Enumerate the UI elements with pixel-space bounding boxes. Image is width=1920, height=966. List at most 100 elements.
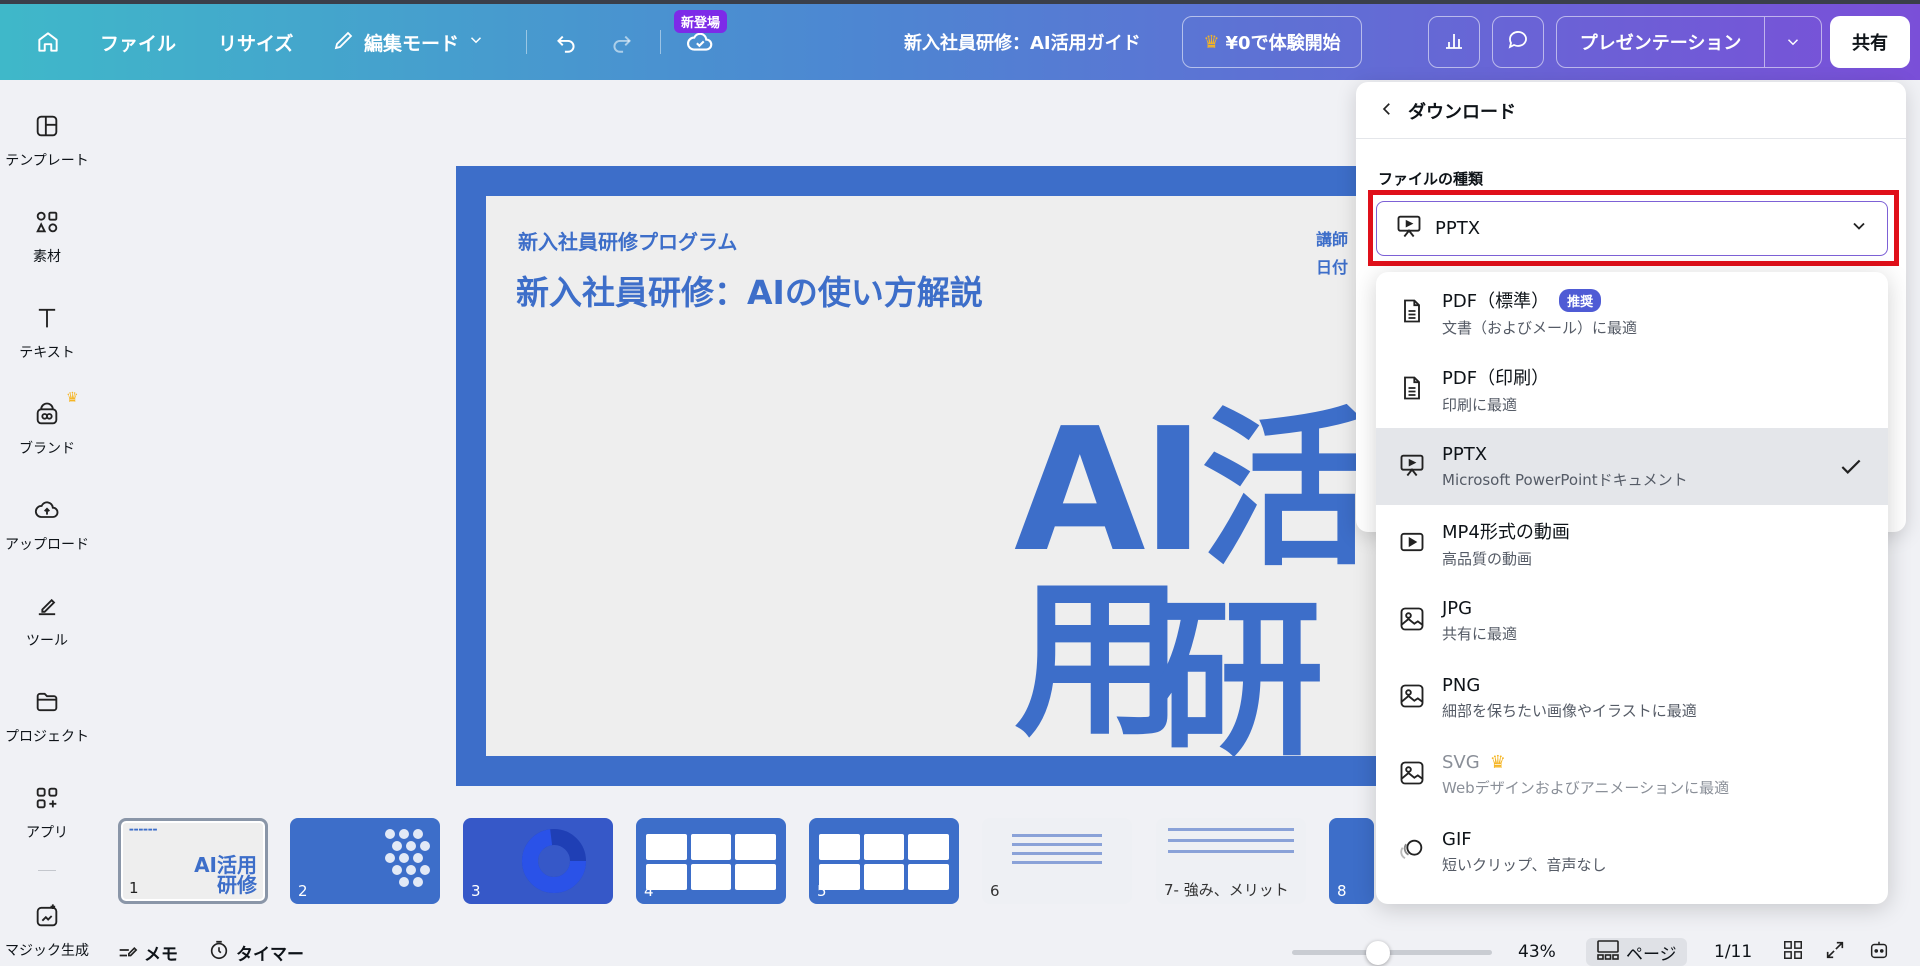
sidebar-item-label: テンプレート bbox=[5, 153, 89, 169]
option-description: 細部を保ちたい画像やイラストに最適 bbox=[1442, 701, 1697, 720]
upload-icon bbox=[31, 494, 63, 526]
home-button[interactable] bbox=[28, 22, 68, 62]
page-number: 2 bbox=[298, 882, 308, 900]
present-button-group: プレゼンテーション bbox=[1556, 16, 1822, 68]
insights-button[interactable] bbox=[1428, 16, 1480, 68]
option-description: Microsoft PowerPointドキュメント bbox=[1442, 470, 1688, 489]
file-type-option-jpg[interactable]: JPG 共有に最適 bbox=[1376, 582, 1888, 659]
page-thumbnail[interactable]: 7- 強み、メリット bbox=[1156, 818, 1306, 904]
page-thumbnail[interactable]: 8 bbox=[1329, 818, 1374, 904]
slide-heading-line-2[interactable]: 研修 bbox=[1154, 596, 1386, 756]
notes-icon bbox=[116, 939, 138, 966]
checkmark-icon bbox=[1838, 454, 1864, 484]
free-trial-label: ¥0で体験開始 bbox=[1225, 33, 1341, 54]
pages-icon bbox=[1596, 939, 1620, 966]
resize-menu[interactable]: リサイズ bbox=[218, 22, 293, 62]
crown-icon: ♛ bbox=[1489, 751, 1506, 773]
document-title[interactable]: 新入社員研修：AI活用ガイド bbox=[904, 22, 1141, 62]
page-thumbnail[interactable]: 2 bbox=[290, 818, 440, 904]
page-thumbnail[interactable]: 4 bbox=[636, 818, 786, 904]
gif-icon bbox=[1398, 836, 1426, 868]
file-type-option-svg[interactable]: SVG ♛ Webデザインおよびアニメーションに最適 bbox=[1376, 736, 1888, 813]
zoom-slider-handle[interactable] bbox=[1366, 941, 1390, 965]
sidebar-item-label: 素材 bbox=[33, 249, 61, 265]
pencil-icon bbox=[332, 28, 356, 57]
sidebar-item-label: ツール bbox=[26, 633, 68, 649]
fullscreen-button[interactable] bbox=[1824, 938, 1846, 966]
sidebar-item-label: マジック生成 bbox=[5, 943, 89, 959]
sidebar-item-uploads[interactable]: アップロード bbox=[0, 494, 94, 554]
page-number: 5 bbox=[817, 882, 827, 900]
slide-meta-date[interactable]: 日付 bbox=[1316, 254, 1348, 278]
file-type-select[interactable]: PPTX bbox=[1376, 201, 1888, 256]
presentation-icon bbox=[1398, 451, 1426, 483]
file-type-option-pptx[interactable]: PPTX Microsoft PowerPointドキュメント bbox=[1376, 428, 1888, 505]
option-name: SVG bbox=[1442, 751, 1480, 773]
toolbar-divider bbox=[660, 30, 661, 54]
page-thumbnail[interactable]: 6 bbox=[982, 818, 1132, 904]
option-name: PPTX bbox=[1442, 443, 1488, 465]
pages-view-button[interactable]: ページ bbox=[1586, 938, 1687, 966]
timer-label: タイマー bbox=[236, 944, 304, 965]
page-number: 6 bbox=[990, 882, 1000, 900]
share-button[interactable]: 共有 bbox=[1830, 16, 1910, 68]
sidebar-divider bbox=[38, 870, 56, 871]
sidebar-item-label: テキスト bbox=[19, 345, 75, 361]
undo-icon bbox=[546, 22, 586, 62]
slide-subtitle[interactable]: 新入社員研修プログラム bbox=[518, 226, 737, 255]
file-type-option-pdf-standard[interactable]: PDF（標準） 推奨 文書（およびメール）に最適 bbox=[1376, 274, 1888, 351]
back-button[interactable] bbox=[1378, 100, 1396, 123]
comment-icon bbox=[1506, 28, 1530, 57]
slide-canvas[interactable]: 新入社員研修プログラム 新入社員研修：AIの使い方解説 講師 日付 AI活用 研… bbox=[456, 166, 1396, 786]
sidebar-item-elements[interactable]: 素材 bbox=[0, 206, 94, 266]
toolbar-divider bbox=[526, 30, 527, 54]
expand-icon bbox=[1824, 939, 1846, 966]
slide-meta-instructor[interactable]: 講師 bbox=[1316, 226, 1348, 250]
sidebar-item-projects[interactable]: プロジェクト bbox=[0, 686, 94, 746]
left-sidebar: テンプレート 素材 テキスト ♛ ブランド アップロード ツール プロジェクト … bbox=[0, 80, 94, 966]
sidebar-item-brand[interactable]: ♛ ブランド bbox=[0, 390, 94, 458]
present-options-button[interactable] bbox=[1765, 33, 1821, 51]
bottom-bar: メモ タイマー 43% ページ 1/11 bbox=[94, 938, 1920, 966]
comments-button[interactable] bbox=[1492, 16, 1544, 68]
top-toolbar: ファイル リサイズ 編集モード 新登場 新入社員研修：AI活用ガイド ♛ ¥0で… bbox=[0, 0, 1920, 80]
file-type-option-png[interactable]: PNG 細部を保ちたい画像やイラストに最適 bbox=[1376, 659, 1888, 736]
grid-icon bbox=[1782, 939, 1804, 966]
undo-button[interactable] bbox=[546, 22, 586, 62]
bar-chart-icon bbox=[1442, 28, 1466, 57]
page-thumbnail[interactable]: ▬▬▬▬▬▬ AI活用 研修 1 bbox=[118, 818, 268, 904]
file-menu[interactable]: ファイル bbox=[100, 22, 176, 62]
free-trial-button[interactable]: ♛ ¥0で体験開始 bbox=[1182, 16, 1362, 68]
page-number: 4 bbox=[644, 882, 654, 900]
text-icon bbox=[31, 302, 63, 334]
document-title-text: 新入社員研修：AI活用ガイド bbox=[904, 33, 1141, 54]
help-button[interactable] bbox=[1868, 938, 1890, 966]
timer-button[interactable]: タイマー bbox=[208, 938, 304, 966]
file-type-option-pdf-print[interactable]: PDF（印刷） 印刷に最適 bbox=[1376, 351, 1888, 428]
grid-view-button[interactable] bbox=[1782, 938, 1804, 966]
chevron-down-icon bbox=[1788, 39, 1799, 46]
notes-button[interactable]: メモ bbox=[116, 938, 178, 966]
folder-icon bbox=[31, 686, 63, 718]
option-description: 短いクリップ、音声なし bbox=[1442, 855, 1607, 874]
sidebar-item-magic[interactable]: マジック生成 bbox=[0, 900, 94, 960]
file-type-option-mp4[interactable]: MP4形式の動画 高品質の動画 bbox=[1376, 505, 1888, 582]
slide-title[interactable]: 新入社員研修：AIの使い方解説 bbox=[516, 266, 983, 314]
page-thumbnail[interactable]: 5 bbox=[809, 818, 959, 904]
file-type-option-gif[interactable]: GIF 短いクリップ、音声なし bbox=[1376, 813, 1888, 890]
zoom-slider[interactable] bbox=[1292, 941, 1492, 965]
sidebar-item-templates[interactable]: テンプレート bbox=[0, 110, 94, 170]
option-name: PDF（標準） bbox=[1442, 291, 1550, 312]
page-thumbnail[interactable]: 3 bbox=[463, 818, 613, 904]
page-number: 1 bbox=[129, 879, 139, 897]
thumb-text-lines bbox=[1168, 828, 1294, 853]
sidebar-item-apps[interactable]: アプリ bbox=[0, 782, 94, 842]
sidebar-item-text[interactable]: テキスト bbox=[0, 302, 94, 362]
thumb-mini-title: ▬▬▬▬▬▬ bbox=[129, 827, 158, 833]
edit-mode-dropdown[interactable]: 編集モード bbox=[332, 22, 485, 62]
redo-button[interactable] bbox=[602, 22, 642, 62]
zoom-level[interactable]: 43% bbox=[1518, 938, 1556, 966]
download-title: ダウンロード bbox=[1408, 102, 1516, 123]
sidebar-item-tools[interactable]: ツール bbox=[0, 590, 94, 650]
present-button[interactable]: プレゼンテーション bbox=[1557, 29, 1764, 55]
